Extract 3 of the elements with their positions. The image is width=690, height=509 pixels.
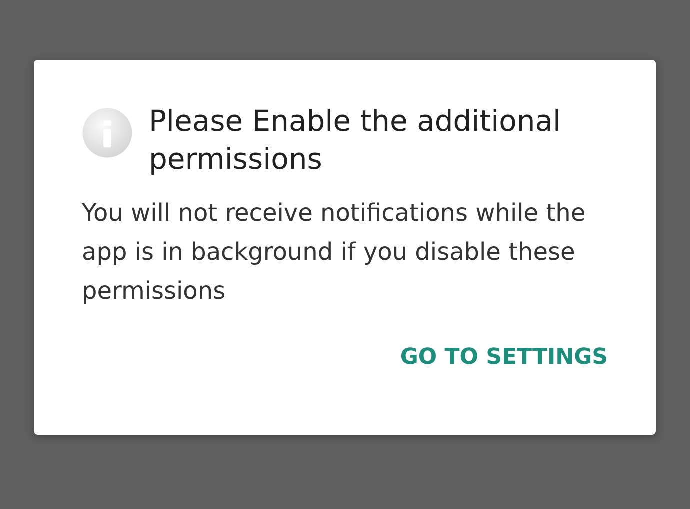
dialog-message: You will not receive notifications while the app is in background if you disable these permissions	[82, 198, 587, 307]
settings-button[interactable]: GO TO SETTINGS	[400, 341, 608, 374]
dialog-title: Please Enable the additional permissions	[148, 103, 562, 178]
